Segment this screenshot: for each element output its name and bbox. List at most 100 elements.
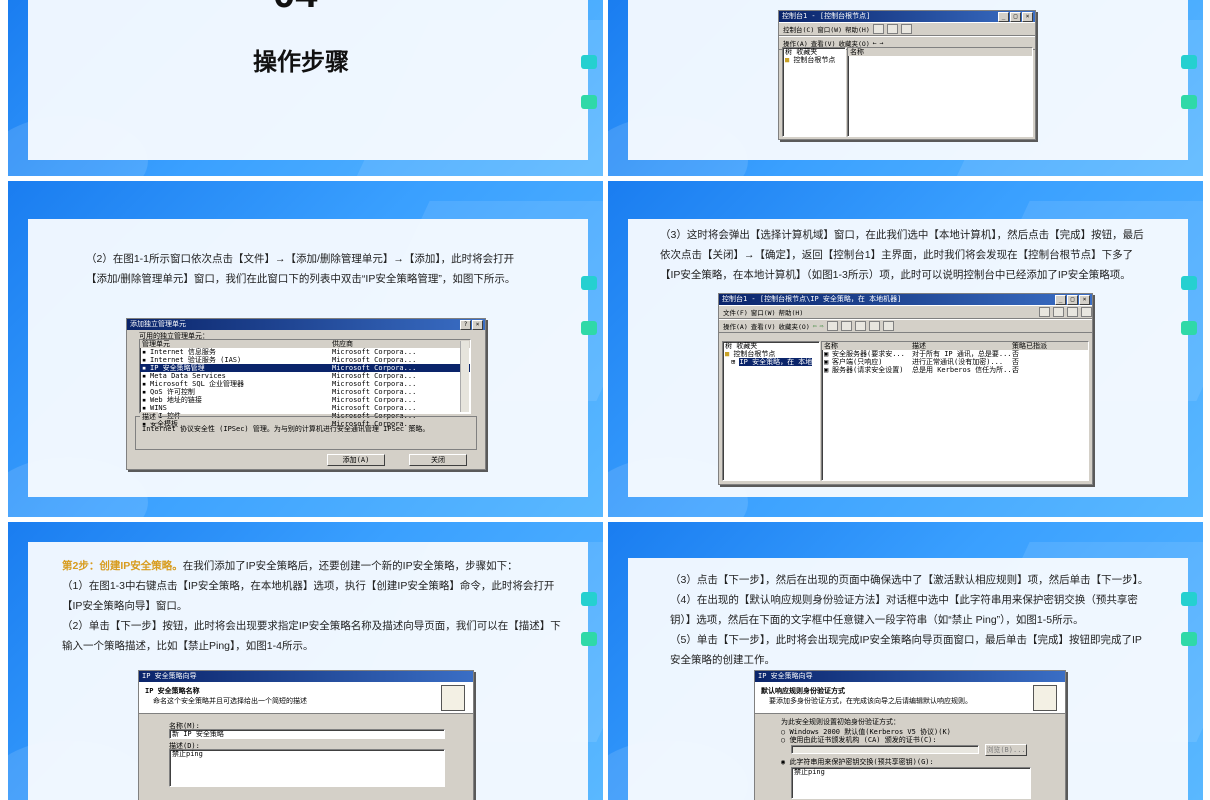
snapin-row[interactable]: ▪ Meta Data Services Microsoft Corpora... [140,372,470,380]
menu-window[interactable]: 窗口(W) [751,307,776,317]
snapin-icon: ▪ [142,348,147,356]
console-window-ipsec: 控制台1 - [控制台根节点\IP 安全策略，在 本地机器] _ □ × 文件(F)… [718,293,1093,485]
column-header-name[interactable]: 名称 [848,48,1032,56]
tab-favorites[interactable]: 收藏夹 [796,48,817,56]
radio-selected-icon[interactable]: ◉ [781,758,785,766]
snapin-row[interactable]: ▪ Microsoft SQL 企业管理器 Microsoft Corpora... [140,380,470,388]
help-icon[interactable]: ? [460,320,471,330]
tree-item-console-root[interactable]: ■ 控制台根节点 [783,56,845,64]
new-icon[interactable] [872,24,884,34]
snapin-vendor: Microsoft Corpora... [332,356,417,364]
tree-toggle-icon[interactable] [840,321,852,331]
window-title: 控制台1 - [控制台根节点\IP 安全策略，在 本地机器] [722,295,902,303]
browse-button[interactable]: 浏览(B)... [985,744,1027,756]
column-header-name[interactable]: 名称 [824,342,912,350]
tab-tree[interactable]: 树 [725,342,732,350]
certificate-field[interactable] [791,745,979,754]
open-icon[interactable] [886,24,898,34]
column-header-assigned[interactable]: 策略已指派 [1012,342,1047,350]
add-button[interactable]: 添加(A) [327,454,385,466]
export-icon[interactable] [868,321,880,331]
snapin-row[interactable]: ▪ Internet 验证服务 (IAS) Microsoft Corpora... [140,356,470,364]
tab-tree[interactable]: 树 [785,48,792,56]
open-icon[interactable] [1053,307,1064,317]
snapin-row[interactable]: ▪ Internet 信息服务 Microsoft Corpora... [140,348,470,356]
side-decoration [581,276,597,290]
snapin-row[interactable]: ▪ Web 地址的链接 Microsoft Corpora... [140,396,470,404]
save-icon[interactable] [900,24,912,34]
policy-description-field[interactable]: 禁止ping [169,749,445,787]
snapin-row[interactable]: ▪ WINS Microsoft Corpora... [140,404,470,412]
refresh-icon[interactable] [854,321,866,331]
tree-item-ipsec[interactable]: ⊞ IP 安全策略，在 本地 [723,358,819,366]
column-header-description[interactable]: 描述 [912,342,1012,350]
folder-icon: ■ [725,350,730,358]
menu-help[interactable]: 帮助(H) [845,24,870,34]
option-certificate[interactable]: ○ 使用由此证书颁发机构 (CA) 颁发的证书(C): [781,735,937,745]
forward-icon[interactable]: → [880,39,884,47]
maximize-icon[interactable]: □ [1067,295,1078,305]
menu-view[interactable]: 查看(V) [751,321,776,331]
side-decoration [1181,632,1197,646]
policy-name-field[interactable]: 新 IP 安全策略 [169,729,445,739]
expand-icon[interactable]: ⊞ [731,358,735,366]
close-icon[interactable]: × [1079,295,1090,305]
menu-window[interactable]: 窗口(W) [817,24,842,34]
wizard-subheading: 命名这个安全策略并且可选择给出一个简短的描述 [153,697,307,705]
snapin-row[interactable]: ▪ IP 安全策略管理 Microsoft Corpora... [140,364,470,372]
policy-row[interactable]: ▣ 安全服务器(要求安... 对于所有 IP 通讯，总是要... 否 [822,350,1088,358]
menu-action[interactable]: 操作(A) [723,321,748,331]
column-header-vendor[interactable]: 供应商 [332,340,353,348]
policy-assigned: 否 [1012,366,1019,374]
snapin-vendor: Microsoft Corpora... [332,404,417,412]
menu-console[interactable]: 控制台(C) [783,24,814,34]
wizard-header: 默认响应规则身份验证方式 要添加多身份验证方式，在完成该向导之后请编辑默认响应规… [755,682,1065,714]
close-icon[interactable]: × [1022,12,1033,22]
snapin-icon: ▪ [142,404,147,412]
snapin-row[interactable]: ▪ QoS 许可控制 Microsoft Corpora... [140,388,470,396]
side-decoration [1181,55,1197,69]
radio-icon[interactable]: ○ [781,736,785,744]
detail-pane[interactable]: 名称 [847,47,1033,137]
menu-help[interactable]: 帮助(H) [779,307,804,317]
option-preshared-key[interactable]: ◉ 此字符串用来保护密钥交换(预共享密钥)(G): [781,757,934,767]
help-icon[interactable] [882,321,894,331]
step-label: 第2步：创建IP安全策略。 [62,560,183,572]
minimize-icon[interactable]: _ [1055,295,1066,305]
close-icon[interactable]: × [472,320,483,330]
side-decoration [1181,592,1197,606]
minimize-icon[interactable]: _ [998,12,1009,22]
menu-file[interactable]: 文件(F) [723,307,748,317]
policy-row[interactable]: ▣ 服务器(请求安全设置) 总是用 Kerberos 信任为所... 否 [822,366,1088,374]
tree-item-console-root[interactable]: ■ 控制台根节点 [723,350,819,358]
step-text: （2）在图1-1所示窗口依次点击【文件】→【添加/删除管理单元】→【添加】，此时… [86,253,516,285]
save-icon[interactable] [1067,307,1078,317]
policy-row[interactable]: ▣ 客户端(只响应) 进行正常通讯(没有加密)... 否 [822,358,1088,366]
snapin-icon: ▪ [142,356,147,364]
preshared-key-field[interactable]: 禁止ping [791,767,1031,799]
new-icon[interactable] [1039,307,1050,317]
policy-icon: ▣ [824,358,829,366]
back-icon[interactable]: ⇦ [813,322,817,330]
step-text: （3）这时将会弹出【选择计算机域】窗口，在此我们选中【本地计算机】，然后点击【完… [660,229,1144,281]
tree-pane[interactable]: 树 收藏夹 ■ 控制台根节点 ⊞ IP 安全策略，在 本地 [722,341,820,481]
snapin-name: Internet 验证服务 (IAS) [150,356,242,364]
back-icon[interactable]: ← [873,39,877,47]
up-icon[interactable] [826,321,838,331]
window-icon[interactable] [1081,307,1092,317]
side-decoration [1181,321,1197,335]
list-scrollbar[interactable] [460,341,469,412]
menu-favorites[interactable]: 收藏夹(O) [779,321,810,331]
close-button[interactable]: 关闭 [409,454,467,466]
side-decoration [581,321,597,335]
maximize-icon[interactable]: □ [1010,12,1021,22]
tree-pane[interactable]: 树 收藏夹 ■ 控制台根节点 [782,47,846,137]
tab-favorites[interactable]: 收藏夹 [736,342,757,350]
snapin-list[interactable]: 管理单元 供应商 ▪ Internet 信息服务 Microsoft Corpora… [139,339,471,428]
column-header-snapin[interactable]: 管理单元 [142,340,332,348]
console-toolbar: 文件(F) 窗口(W) 帮助(H) [719,305,1092,319]
policy-name: 服务器(请求安全设置) [832,366,904,374]
forward-icon[interactable]: ⇨ [820,322,824,330]
detail-pane[interactable]: 名称 描述 策略已指派 ▣ 安全服务器(要求安... 对于所有 IP 通讯，总是要.… [821,341,1089,481]
policy-rows: ▣ 安全服务器(要求安... 对于所有 IP 通讯，总是要... 否 ▣ 客户端(只响应)… [822,350,1088,374]
